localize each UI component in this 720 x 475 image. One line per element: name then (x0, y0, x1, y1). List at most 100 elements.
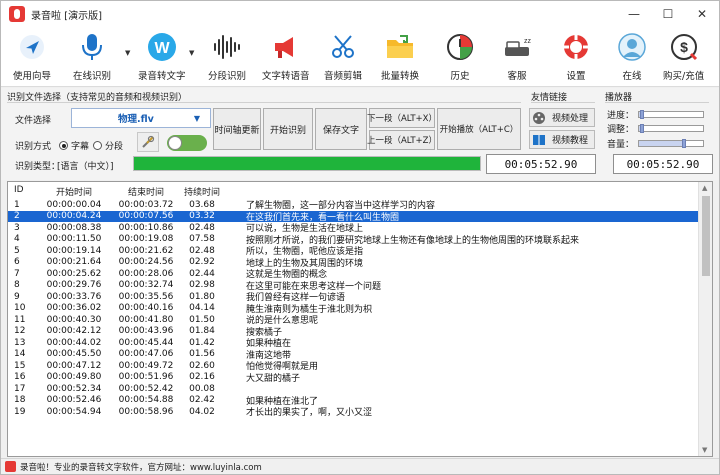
user-online-icon (616, 31, 648, 63)
cell-start-time: 00:00:44.02 (46, 337, 102, 348)
toolbar-history[interactable]: 历史 (444, 31, 476, 82)
cell-duration: 01.42 (189, 337, 215, 348)
cell-id: 6 (14, 257, 20, 268)
adjust-slider-track[interactable] (638, 124, 705, 133)
video-process-button[interactable]: 视频处理 (529, 108, 595, 127)
next-segment-button[interactable]: 下一段（ALT+X） (367, 108, 437, 128)
maximize-button[interactable]: ☐ (651, 1, 685, 27)
cell-id: 16 (14, 372, 26, 383)
column-header-end: 结束时间 (127, 188, 164, 198)
cell-start-time: 00:00:11.50 (46, 234, 102, 245)
slider-thumb[interactable] (640, 124, 645, 133)
cell-duration: 01.50 (189, 314, 215, 325)
toolbar-segment-recognize[interactable]: 分段识别 (208, 31, 246, 82)
progress-slider-track[interactable] (638, 110, 705, 119)
cell-id: 7 (14, 268, 20, 279)
cell-duration: 02.92 (189, 257, 215, 268)
cell-id: 13 (14, 337, 26, 348)
cell-id: 1 (14, 199, 20, 210)
toolbar-audio-edit[interactable]: 音频剪辑 (324, 31, 362, 82)
column-header-id: ID (14, 185, 24, 195)
cell-duration: 02.42 (189, 395, 215, 406)
start-recognize-button[interactable]: 开始识别 (263, 108, 313, 150)
toolbar-guide[interactable]: 使用向导 (13, 31, 51, 82)
progress-slider[interactable]: 进度： (607, 108, 705, 121)
megaphone-icon (270, 31, 302, 63)
chevron-down-icon[interactable]: ▼ (189, 49, 194, 57)
toolbar-settings[interactable]: 设置 (560, 31, 592, 82)
close-button[interactable]: ✕ (685, 1, 719, 27)
toolbar-customer-service[interactable]: zz 客服 (501, 31, 533, 82)
cell-duration: 02.60 (189, 360, 215, 371)
toolbar-batch-convert[interactable]: 批量转换 (381, 31, 419, 82)
mode-subtitle-radio[interactable]: 字幕 (59, 139, 89, 152)
toolbar-online[interactable]: 在线 (616, 31, 648, 82)
file-select-dropdown[interactable]: 物理.flv ▼ (71, 108, 211, 128)
cell-duration: 02.44 (189, 268, 215, 279)
volume-slider-track[interactable] (638, 139, 705, 148)
cell-id: 15 (14, 360, 26, 371)
video-tutorial-button[interactable]: 视频教程 (529, 130, 595, 149)
chevron-down-icon[interactable]: ▼ (125, 49, 130, 57)
cell-start-time: 00:00:04.24 (46, 211, 102, 222)
cell-id: 14 (14, 349, 26, 360)
svg-text:zz: zz (524, 38, 532, 45)
cell-start-time: 00:00:52.34 (46, 383, 102, 394)
scroll-up-icon[interactable]: ▲ (702, 184, 707, 192)
divider (7, 102, 521, 103)
divider (531, 102, 595, 103)
toolbar-record-to-text[interactable]: W 录音转文字 (138, 31, 186, 82)
cell-text: 才长出的果实了，啊，又小又涩 (246, 408, 373, 419)
cell-end-time: 00:00:10.86 (118, 222, 174, 233)
svg-text:W: W (154, 40, 170, 57)
cell-end-time: 00:00:19.08 (118, 234, 174, 245)
cell-end-time: 00:00:03.72 (118, 199, 174, 210)
mode-segment-radio[interactable]: 分段 (93, 139, 123, 152)
cell-start-time: 00:00:40.30 (46, 314, 102, 325)
slider-thumb[interactable] (640, 110, 645, 119)
cell-duration: 03.32 (189, 211, 215, 222)
toggle-switch[interactable] (167, 135, 207, 151)
customer-service-icon: zz (501, 31, 533, 63)
toolbar-purchase[interactable]: $ 购买/充值 (663, 31, 704, 82)
slider-thumb[interactable] (681, 139, 686, 148)
cell-start-time: 00:00:00.04 (46, 199, 102, 210)
book-icon (533, 134, 545, 145)
tools-button[interactable] (137, 132, 159, 152)
minimize-button[interactable]: — (617, 1, 651, 27)
toolbar-text-to-speech[interactable]: 文字转语音 (262, 31, 310, 82)
table-row[interactable]: 16 00:00:49.80 00:00:51.96 02.16 大又甜的橘子 (8, 372, 698, 384)
history-clock-icon (444, 31, 476, 63)
table-row[interactable]: 19 00:00:54.94 00:00:58.96 04.02 才长出的果实了，啊，又… (8, 406, 698, 419)
radio-unchecked-icon (93, 141, 102, 150)
save-text-button[interactable]: 保存文字 (315, 108, 367, 150)
column-header-duration: 持续时间 (183, 188, 220, 198)
cell-end-time: 00:00:43.96 (118, 326, 174, 337)
cell-id: 12 (14, 326, 26, 337)
total-time-display: 00:05:52.90 (613, 154, 713, 174)
cell-end-time: 00:00:51.96 (118, 372, 174, 383)
title-bar: 录音啦 [演示版] — ☐ ✕ (1, 1, 719, 27)
vertical-scrollbar[interactable]: ▲ ▼ (698, 182, 712, 456)
record-to-text-icon: W (146, 31, 178, 63)
volume-slider[interactable]: 音量： (607, 137, 705, 150)
folder-icon (384, 31, 416, 63)
cell-end-time: 00:00:32.74 (118, 280, 174, 291)
cell-duration: 01.84 (189, 326, 215, 337)
cell-id: 5 (14, 245, 20, 256)
cell-end-time: 00:00:47.06 (118, 349, 174, 360)
app-logo-icon (9, 6, 25, 22)
cell-text: 大又甜的橘子 (246, 373, 301, 384)
cell-start-time: 00:00:33.76 (46, 291, 102, 302)
mode-label: 识别方式 (15, 142, 52, 152)
scroll-down-icon[interactable]: ▼ (702, 446, 707, 454)
prev-segment-button[interactable]: 上一段（ALT+Z） (367, 130, 437, 150)
adjust-slider[interactable]: 调整： (607, 122, 705, 135)
toolbar-online-recognize[interactable]: 在线识别 (73, 31, 111, 82)
cell-end-time: 00:00:41.80 (118, 314, 174, 325)
timeline-update-button[interactable]: 时间轴更新 (213, 108, 261, 150)
scrollbar-thumb[interactable] (702, 196, 710, 276)
cell-end-time: 00:00:45.44 (118, 337, 174, 348)
start-play-button[interactable]: 开始播放（ALT+C） (437, 108, 521, 150)
cell-end-time: 00:00:24.56 (118, 257, 174, 268)
